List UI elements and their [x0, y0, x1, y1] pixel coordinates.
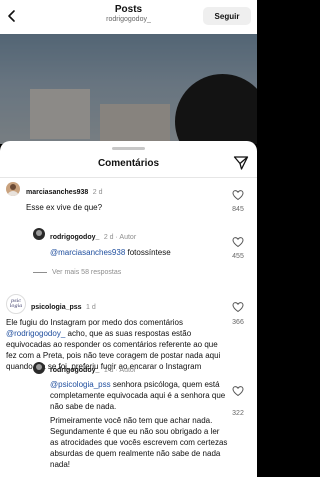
like-count: 845	[232, 206, 244, 213]
like-count: 366	[232, 319, 244, 326]
comment-username[interactable]: rodrigogodoy_	[50, 234, 99, 241]
avatar[interactable]	[33, 362, 45, 374]
top-bar: Posts rodrigogodoy_ Seguir	[0, 0, 257, 34]
comment-text: @psicologia_pss senhora psicóloga, quem …	[50, 380, 226, 411]
comment-username[interactable]: marciasanches938	[26, 189, 88, 196]
like-count: 455	[232, 253, 244, 260]
post-photo	[0, 34, 257, 144]
share-icon[interactable]	[233, 155, 249, 171]
comment-time: 1 d	[103, 367, 114, 374]
like-heart-icon[interactable]	[232, 385, 244, 397]
author-badge: Autor	[119, 367, 137, 374]
mention-link[interactable]: @rodrigogodoy_	[6, 329, 65, 338]
view-more-replies[interactable]: Ver mais 58 respostas	[33, 269, 121, 276]
comment-text: @marciasanches938 fotossíntese	[50, 248, 171, 257]
mention-link[interactable]: @psicologia_pss	[50, 380, 111, 389]
follow-button[interactable]: Seguir	[203, 7, 251, 25]
mention-link[interactable]: @marciasanches938	[50, 248, 125, 257]
comment-time: 1 d	[86, 304, 96, 311]
avatar[interactable]	[33, 228, 45, 240]
comments-title: Comentários	[97, 158, 160, 169]
comment-time: 2 d	[92, 189, 103, 196]
comment-username[interactable]: psicologia_pss	[31, 304, 82, 311]
comment-time: 2 d	[103, 234, 114, 241]
comment-text: Esse ex vive de que?	[26, 203, 103, 212]
like-heart-icon[interactable]	[232, 236, 244, 248]
like-heart-icon[interactable]	[232, 301, 244, 313]
drag-handle[interactable]	[112, 147, 145, 150]
comments-sheet: Comentários marciasanches938 2 d Esse ex…	[0, 141, 257, 477]
avatar[interactable]: psic logia	[6, 294, 26, 314]
like-heart-icon[interactable]	[232, 189, 244, 201]
comment-text-continued: Primeiramente você não tem que achar nad…	[50, 416, 228, 469]
avatar[interactable]	[6, 182, 20, 196]
author-badge: Autor	[119, 234, 137, 241]
like-count: 322	[232, 410, 244, 417]
comment-username[interactable]: rodrigogodoy_	[50, 367, 99, 374]
